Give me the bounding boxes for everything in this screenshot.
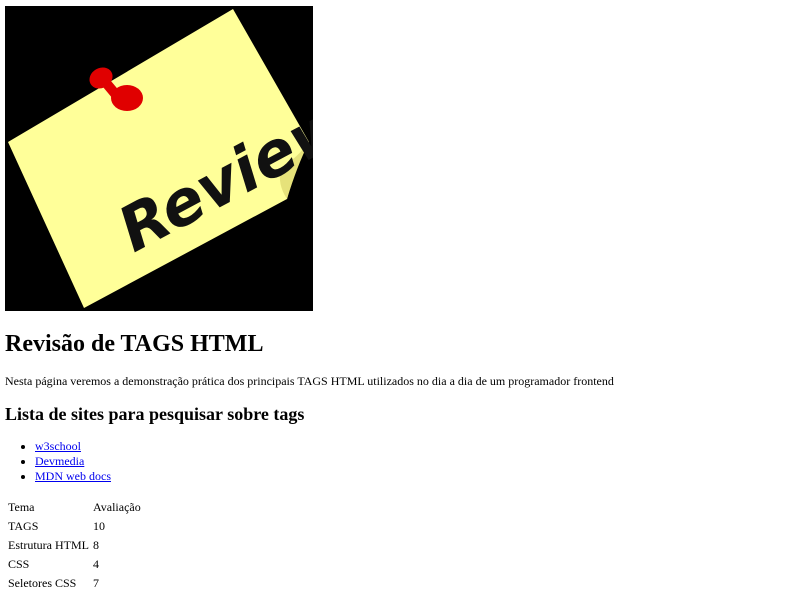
table-cell-avaliacao: 8 bbox=[92, 538, 99, 552]
table-cell-tema: TAGS bbox=[8, 519, 39, 533]
table-row: Seletores CSS 7 bbox=[7, 575, 142, 592]
table-row: Estrutura HTML 8 bbox=[7, 537, 142, 554]
link-devmedia[interactable]: Devmedia bbox=[35, 454, 84, 468]
table-cell-avaliacao: 4 bbox=[92, 557, 99, 571]
review-note-graphic: Review bbox=[5, 6, 313, 311]
page-title: Revisão de TAGS HTML bbox=[5, 331, 264, 357]
column-header-avaliacao: Avaliação bbox=[92, 500, 141, 514]
list-item: w3school bbox=[35, 439, 111, 454]
list-item: Devmedia bbox=[35, 454, 111, 469]
table-header-row: Tema Avaliação bbox=[7, 499, 142, 516]
site-links-list: w3school Devmedia MDN web docs bbox=[5, 439, 111, 484]
table-cell-tema: Estrutura HTML bbox=[8, 538, 89, 552]
table-row: TAGS 10 bbox=[7, 518, 142, 535]
list-item: MDN web docs bbox=[35, 469, 111, 484]
table-row: CSS 4 bbox=[7, 556, 142, 573]
table-cell-tema: Seletores CSS bbox=[8, 576, 77, 590]
links-heading: Lista de sites para pesquisar sobre tags bbox=[5, 404, 305, 424]
intro-paragraph: Nesta página veremos a demonstração prát… bbox=[5, 374, 614, 388]
column-header-tema: Tema bbox=[8, 500, 35, 514]
table-cell-avaliacao: 10 bbox=[92, 519, 105, 533]
table-cell-tema: CSS bbox=[8, 557, 30, 571]
ratings-table: Tema Avaliação TAGS 10 Estrutura HTML 8 … bbox=[5, 497, 144, 594]
link-w3school[interactable]: w3school bbox=[35, 439, 81, 453]
link-mdn-web-docs[interactable]: MDN web docs bbox=[35, 469, 111, 483]
review-sticky-note-image: Review bbox=[5, 6, 313, 311]
table-cell-avaliacao: 7 bbox=[92, 576, 99, 590]
